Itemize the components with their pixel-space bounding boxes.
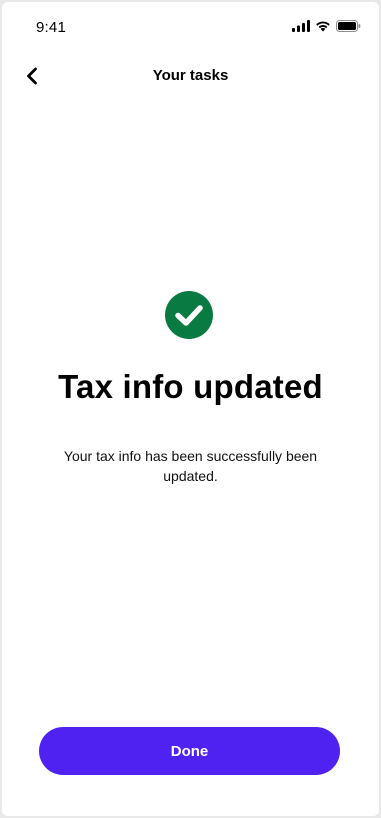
status-time: 9:41 <box>36 19 66 36</box>
signal-icon <box>292 20 310 32</box>
phone-screen: 9:41 Your tasks Tax info updated Your ta… <box>2 2 379 816</box>
success-message: Your tax info has been successfully been… <box>63 448 318 484</box>
status-bar: 9:41 <box>2 2 379 54</box>
nav-bar: Your tasks <box>2 54 379 98</box>
done-button[interactable]: Done <box>39 727 340 775</box>
status-icons <box>292 20 361 32</box>
success-headline: Tax info updated <box>58 368 323 405</box>
check-circle-icon <box>165 291 213 339</box>
wifi-icon <box>316 21 330 32</box>
battery-icon <box>336 20 361 32</box>
page-title: Your tasks <box>152 67 229 84</box>
